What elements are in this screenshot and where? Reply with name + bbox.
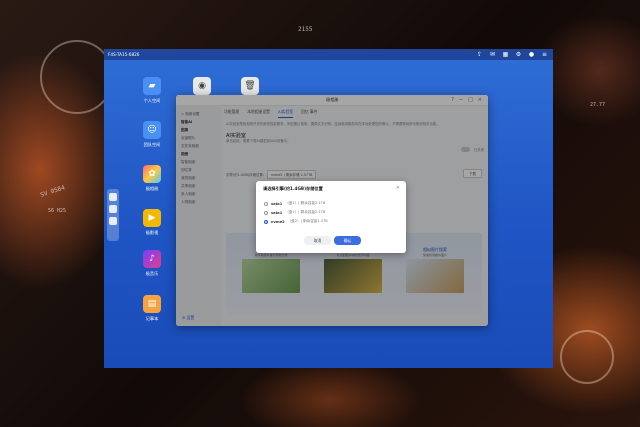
upload-icon[interactable]: ⇪: [476, 51, 483, 58]
music-icon: ♪: [143, 250, 161, 268]
desktop-icon-photos[interactable]: ✿ 极相册: [134, 165, 170, 192]
storage-option[interactable]: nvme2 （盘2）| 剩余容量1.5TB: [264, 219, 328, 224]
option-name: nvme2: [271, 219, 285, 224]
icon-label: 团队空间: [143, 142, 161, 147]
disk-icon: ◉: [193, 77, 211, 95]
hud-text: 56 H25: [48, 208, 67, 214]
wallpaper-ring: [40, 40, 114, 114]
storage-option[interactable]: sata1 （盘1）| 剩余容量2.1TB: [264, 201, 325, 206]
hud-text: 2155: [298, 26, 313, 33]
icon-label: 极音乐: [145, 271, 159, 276]
photos-icon: ✿: [143, 165, 161, 183]
storage-location-dialog: 请选择引擎(约1.4GB)存储位置 × sata1 （盘1）| 剩余容量2.1T…: [256, 181, 406, 253]
dock-app-icon[interactable]: [109, 217, 117, 225]
radio-button[interactable]: [264, 219, 268, 224]
radio-button[interactable]: [264, 201, 268, 206]
video-icon: ▶: [143, 209, 161, 227]
option-name: sata1: [271, 210, 283, 215]
storage-option[interactable]: sata1 （盘1）| 剩余容量2.1TB: [264, 210, 325, 215]
notes-icon: ▤: [143, 295, 161, 313]
confirm-button[interactable]: 确认: [334, 236, 361, 245]
icon-label: 记事本: [145, 316, 159, 321]
option-detail: （盘2）| 剩余容量1.5TB: [287, 219, 328, 223]
team-folder-icon: ☺: [143, 121, 161, 139]
device-name[interactable]: F4S-TA15-6826: [108, 52, 139, 57]
option-detail: （盘1）| 剩余容量2.1TB: [285, 201, 326, 205]
icon-label: 个人空间: [143, 98, 161, 103]
desktop-icon-music[interactable]: ♪ 极音乐: [134, 250, 170, 277]
option-name: sata1: [271, 201, 283, 206]
option-detail: （盘1）| 剩余容量2.1TB: [285, 210, 326, 214]
desktop-icon-notes[interactable]: ▤ 记事本: [134, 295, 170, 322]
icon-label: 极相册: [145, 186, 159, 191]
cancel-button[interactable]: 取消: [304, 236, 331, 245]
wallpaper-ring: [560, 330, 614, 384]
grid-icon[interactable]: ▦: [502, 51, 509, 58]
desktop-icon-video[interactable]: ▶ 极影视: [134, 209, 170, 236]
folder-icon: ▰: [143, 77, 161, 95]
trash-icon: 🗑: [241, 77, 259, 95]
user-icon[interactable]: ●: [528, 51, 535, 58]
icon-label: 极影视: [145, 230, 159, 235]
top-bar: F4S-TA15-6826 ⇪ ✉ ▦ ⚙ ● ≡: [104, 49, 553, 60]
desktop-icon-team[interactable]: ☺ 团队空间: [134, 121, 170, 148]
message-icon[interactable]: ✉: [489, 51, 496, 58]
settings-icon[interactable]: ⚙: [515, 51, 522, 58]
desktop-icon-personal[interactable]: ▰ 个人空间: [134, 77, 170, 104]
side-dock: [107, 189, 119, 241]
hud-text: 27.77: [590, 102, 606, 108]
dialog-title: 请选择引擎(约1.4GB)存储位置: [263, 186, 323, 191]
menu-icon[interactable]: ≡: [541, 51, 548, 58]
close-icon[interactable]: ×: [396, 185, 400, 191]
dock-app-icon[interactable]: [109, 193, 117, 201]
radio-button[interactable]: [264, 210, 268, 215]
dock-app-icon[interactable]: [109, 205, 117, 213]
